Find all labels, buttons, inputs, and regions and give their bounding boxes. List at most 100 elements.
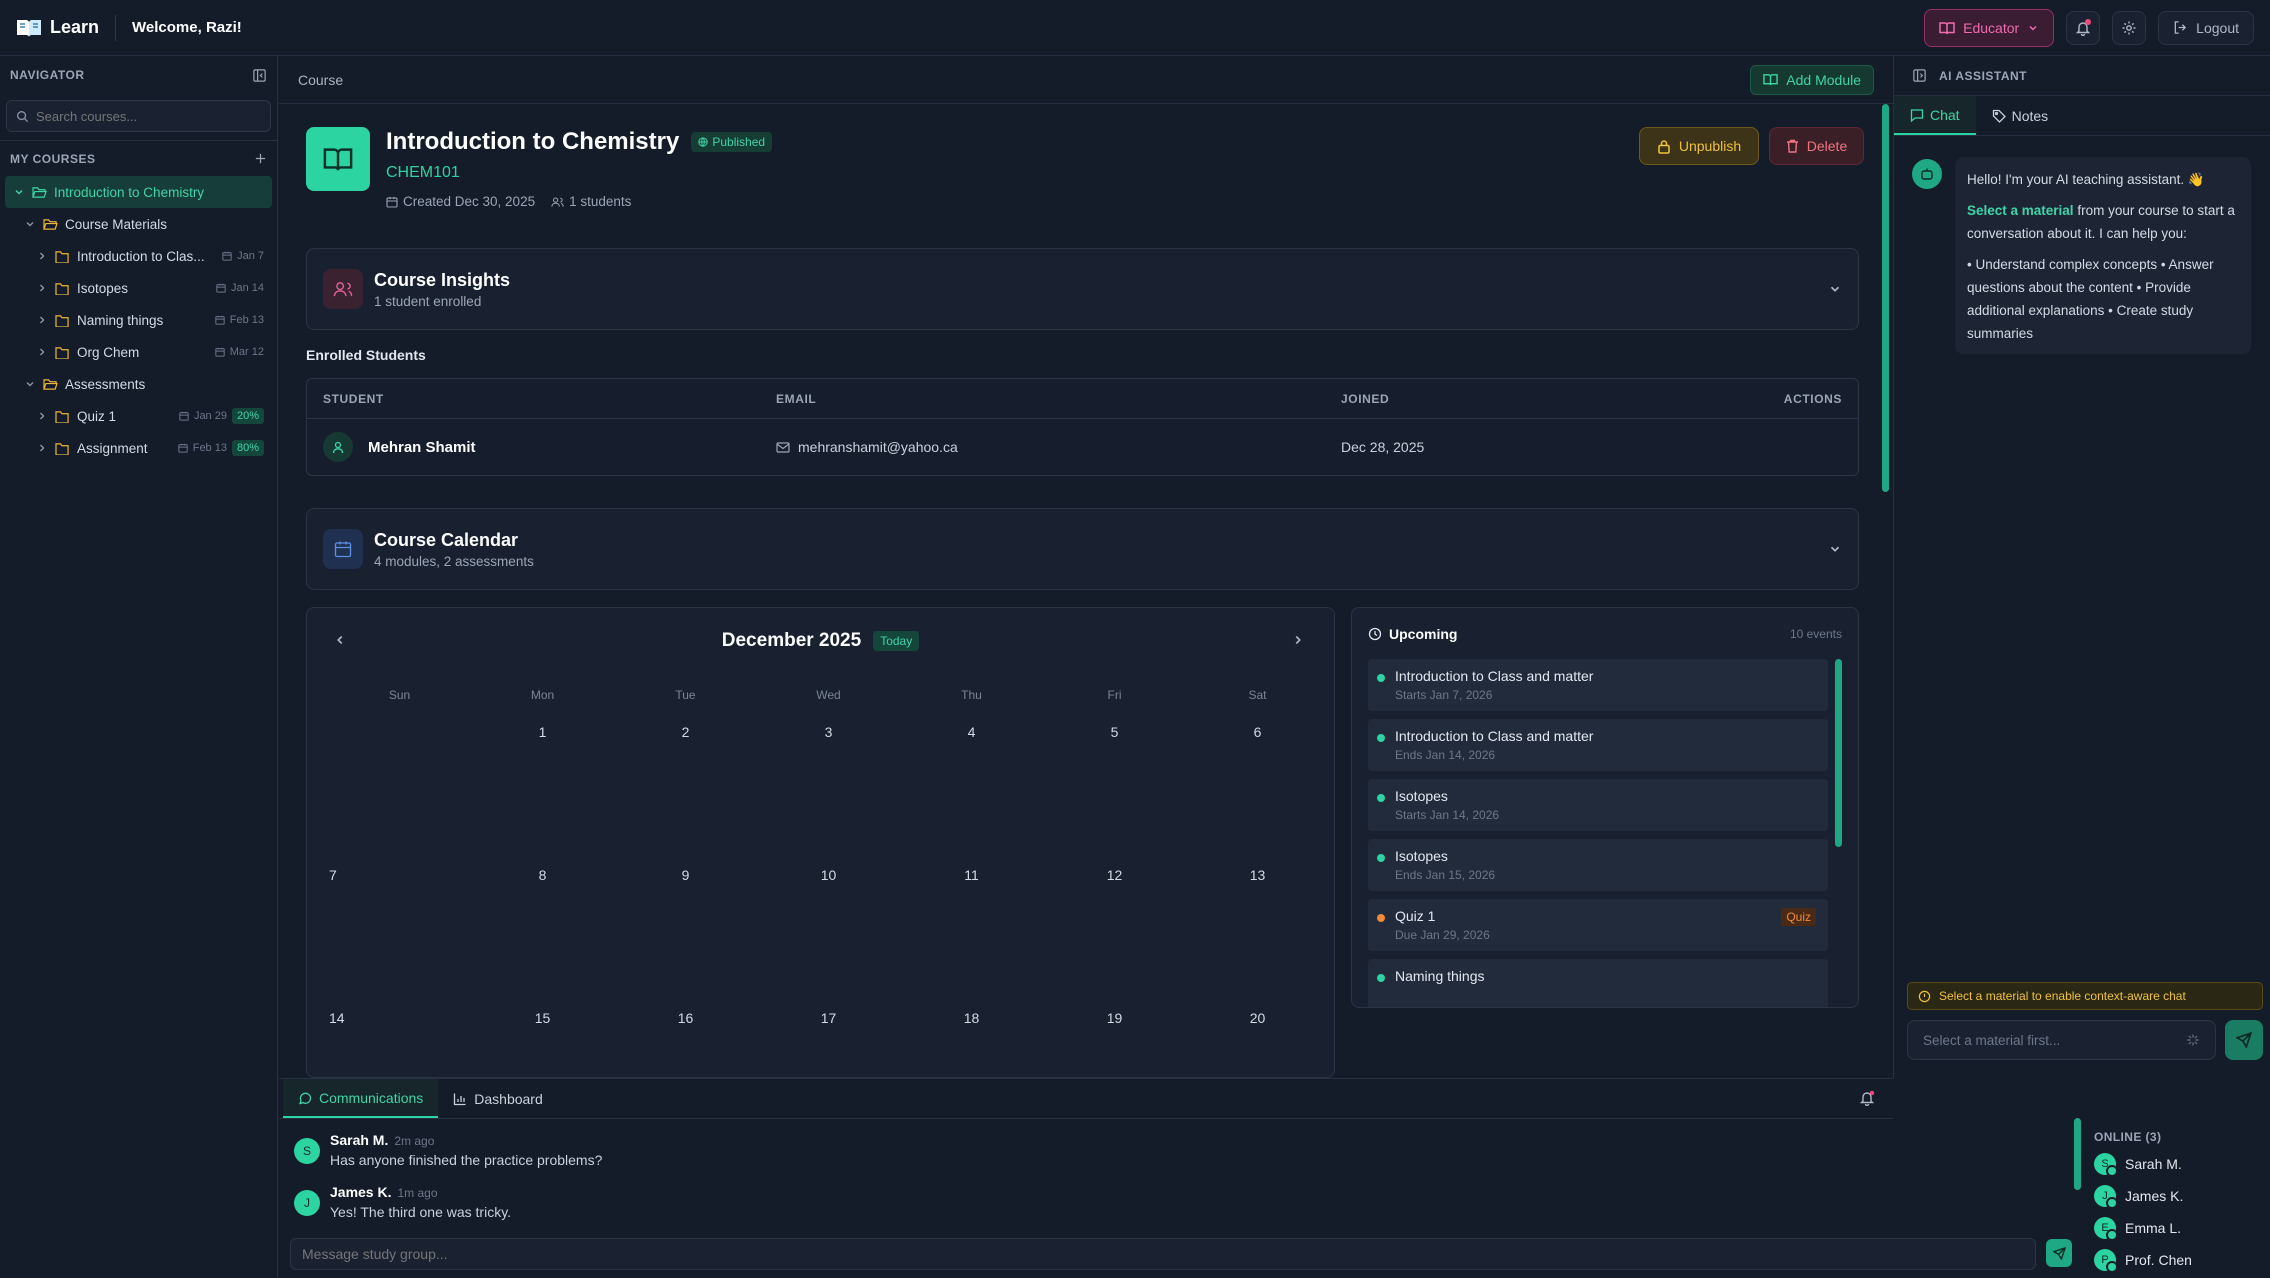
course-title: Introduction to Chemistry	[386, 128, 680, 155]
unpublish-button[interactable]: Unpublish	[1639, 127, 1759, 165]
search-input[interactable]	[36, 108, 261, 124]
calendar-day[interactable]: 16	[614, 1010, 757, 1026]
calendar-day[interactable]: 10	[757, 867, 900, 883]
send-message-button[interactable]	[2046, 1239, 2072, 1267]
settings-button[interactable]	[2112, 10, 2147, 45]
tree-item-file[interactable]: Quiz 1 Jan 29 20%	[0, 400, 277, 432]
trash-icon	[1786, 139, 1799, 153]
weekday-header: Mon	[530, 688, 555, 702]
calendar-day[interactable]: 2	[614, 724, 757, 740]
chevron-down-icon[interactable]	[1828, 282, 1842, 296]
tab-dashboard[interactable]: Dashboard	[438, 1079, 558, 1118]
weekday-header: Thu	[961, 688, 982, 702]
event-dot	[1377, 794, 1385, 802]
app-logo[interactable]: Learn	[16, 17, 99, 38]
tab-notes[interactable]: Notes	[1976, 96, 2065, 135]
event-title: Isotopes	[1395, 848, 1448, 864]
tree-item-label: Isotopes	[77, 280, 129, 296]
calendar-day[interactable]: 4	[900, 724, 1043, 740]
tree-item-folder[interactable]: Course Materials	[0, 208, 277, 240]
column-header: JOINED	[1341, 391, 1390, 406]
chevron-right-icon[interactable]	[1291, 633, 1305, 647]
tree-item-course[interactable]: Introduction to Chemistry	[5, 176, 272, 208]
calendar-day[interactable]: 17	[757, 1010, 900, 1026]
event-count: 10 events	[1789, 627, 1842, 641]
chevron-right-icon	[35, 282, 49, 294]
calendar-day[interactable]: 18	[900, 1010, 1043, 1026]
calendar-day[interactable]: 9	[614, 867, 757, 883]
event-item[interactable]: Introduction to Class and matter Starts J…	[1368, 659, 1828, 711]
tree-item-file[interactable]: Org Chem Mar 12	[0, 336, 277, 368]
bell-icon[interactable]	[1859, 1090, 1875, 1106]
weekday-header: Fri	[1107, 688, 1122, 702]
upcoming-scrollbar[interactable]	[1835, 659, 1842, 847]
calendar-day[interactable]: 13	[1186, 867, 1329, 883]
event-dot	[1377, 734, 1385, 742]
tab-chat[interactable]: Chat	[1894, 96, 1976, 135]
add-module-button[interactable]: Add Module	[1750, 64, 1874, 95]
calendar-day[interactable]: 12	[1043, 867, 1186, 883]
users-icon	[551, 196, 564, 208]
calendar-day[interactable]: 7	[329, 867, 359, 883]
calendar-day[interactable]: 1	[471, 724, 614, 740]
course-insights-panel[interactable]: Course Insights 1 student enrolled	[306, 248, 1859, 330]
chevron-down-icon[interactable]	[1828, 542, 1842, 556]
tab-communications[interactable]: Communications	[283, 1079, 439, 1118]
notifications-button[interactable]	[2066, 10, 2101, 45]
main-scrollbar[interactable]	[1882, 104, 1889, 492]
status-label: Published	[712, 135, 766, 149]
folder-icon	[55, 314, 70, 327]
chat-bubble-icon	[1910, 108, 1924, 122]
tree-item-file[interactable]: Isotopes Jan 14	[0, 272, 277, 304]
event-item[interactable]: Introduction to Class and matter Ends Jan…	[1368, 719, 1828, 771]
breadcrumb[interactable]: Course	[298, 72, 343, 88]
event-title: Naming things	[1395, 968, 1485, 984]
sparkle-icon[interactable]	[2186, 1033, 2200, 1047]
tree-item-file[interactable]: Assignment Feb 13 80%	[0, 432, 277, 464]
tree-item-file[interactable]: Introduction to Clas... Jan 7	[0, 240, 277, 272]
course-search[interactable]	[6, 100, 271, 132]
assistant-send-button[interactable]	[2225, 1020, 2263, 1060]
calendar-day[interactable]: 6	[1186, 724, 1329, 740]
folder-icon	[55, 442, 70, 455]
role-switch-button[interactable]: Educator	[1924, 8, 2055, 47]
online-user[interactable]: P Prof. Chen	[2094, 1249, 2192, 1273]
collapse-panel-icon[interactable]	[252, 68, 267, 83]
panel-toggle-icon[interactable]	[1912, 68, 1927, 83]
tree-item-label: Quiz 1	[77, 408, 117, 424]
course-calendar-panel[interactable]: Course Calendar 4 modules, 2 assessments	[306, 508, 1859, 590]
table-row[interactable]: Mehran Shamit mehranshamit@yahoo.ca Dec …	[307, 419, 1858, 475]
delete-button[interactable]: Delete	[1769, 127, 1864, 165]
weekday-header: Sat	[1248, 688, 1267, 702]
student-email[interactable]: mehranshamit@yahoo.ca	[798, 439, 958, 455]
event-item[interactable]: Quiz 1 Due Jan 29, 2026 Quiz	[1368, 899, 1828, 951]
calendar-day[interactable]: 19	[1043, 1010, 1186, 1026]
event-item[interactable]: Isotopes Starts Jan 14, 2026	[1368, 779, 1828, 831]
add-course-icon[interactable]	[254, 152, 267, 165]
select-material-link[interactable]: Select a material	[1967, 203, 2074, 218]
event-item[interactable]: Naming things	[1368, 959, 1828, 1007]
event-item[interactable]: Isotopes Ends Jan 15, 2026	[1368, 839, 1828, 891]
avatar: P	[2094, 1249, 2118, 1273]
study-group-message-input[interactable]	[290, 1238, 2036, 1270]
tree-item-file[interactable]: Naming things Feb 13	[0, 304, 277, 336]
calendar-day[interactable]: 15	[471, 1010, 614, 1026]
logout-button[interactable]: Logout	[2158, 10, 2254, 45]
tree-item-folder[interactable]: Assessments	[0, 368, 277, 400]
calendar-day[interactable]: 8	[471, 867, 614, 883]
calendar-day[interactable]: 11	[900, 867, 1043, 883]
online-user[interactable]: S Sarah M.	[2094, 1153, 2182, 1177]
calendar-day[interactable]: 5	[1043, 724, 1186, 740]
status-badge: Published	[691, 132, 773, 152]
online-user[interactable]: E Emma L.	[2094, 1217, 2181, 1241]
chevron-down-icon	[12, 186, 26, 198]
calendar-day[interactable]: 20	[1186, 1010, 1329, 1026]
event-title: Introduction to Class and matter	[1395, 668, 1594, 684]
weight-badge: 20%	[231, 408, 264, 424]
today-button[interactable]: Today	[873, 631, 920, 651]
calendar-day[interactable]: 3	[757, 724, 900, 740]
assistant-input[interactable]: Select a material first...	[1907, 1020, 2216, 1060]
calendar-day[interactable]: 14	[329, 1010, 359, 1026]
column-header: ACTIONS	[1783, 391, 1842, 406]
online-user[interactable]: J James K.	[2094, 1185, 2183, 1209]
